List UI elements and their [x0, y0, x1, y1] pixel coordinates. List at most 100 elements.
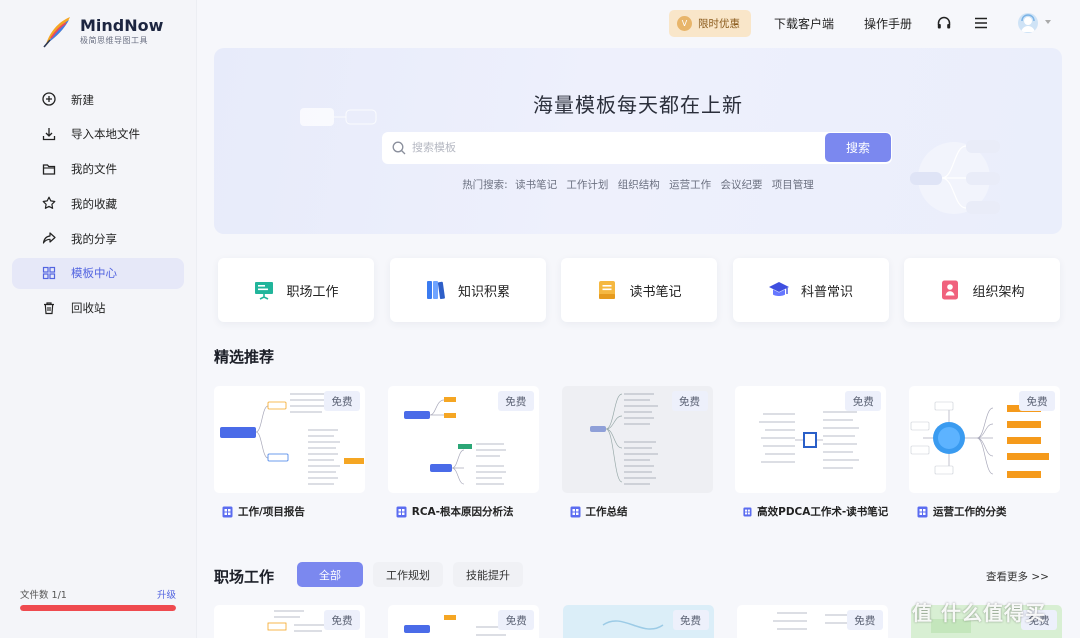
template-thumbnail: 免费: [735, 386, 887, 493]
template-search-box: [382, 132, 892, 164]
sidebar-item-templates[interactable]: 模板中心: [12, 257, 184, 289]
category-workplace[interactable]: 职场工作: [218, 258, 374, 322]
promo-label: 限时优惠: [698, 18, 740, 30]
tab-work-planning[interactable]: 工作规划: [373, 562, 443, 587]
grid-icon: [42, 266, 56, 280]
chevron-down-icon[interactable]: [1045, 20, 1051, 24]
category-reading-notes[interactable]: 读书笔记: [561, 258, 717, 322]
doc-icon: [396, 506, 407, 517]
notebook-icon: [599, 281, 616, 299]
brand-name: MindNow: [80, 15, 164, 35]
file-usage-bar: [20, 605, 176, 611]
graduation-cap-icon: [768, 282, 789, 296]
share-icon: [42, 232, 56, 244]
download-icon: [42, 127, 56, 140]
vip-icon: V: [677, 16, 692, 31]
template-card[interactable]: 免费 RCA-根本原因分析法: [387, 386, 541, 519]
sidebar: MindNow 极简思维导图工具 新建 导入本地文件 我的文件 我的收藏 我的分…: [0, 0, 197, 638]
hot-searches: 热门搜索: 读书笔记 工作计划 组织结构 运营工作 会议纪要 项目管理: [214, 177, 1062, 192]
user-avatar-icon: [1021, 14, 1035, 32]
template-search-banner: 海量模板每天都在上新 搜索 热门搜索: 读书笔记 工作计划 组织结构 运营工作 …: [214, 48, 1062, 234]
user-manual-link[interactable]: 操作手册: [864, 15, 912, 32]
headset-icon[interactable]: [936, 15, 952, 31]
free-badge: 免费: [845, 391, 882, 411]
upgrade-link[interactable]: 升级: [157, 587, 176, 601]
category-science[interactable]: 科普常识: [732, 258, 889, 322]
template-thumbnail: 免费: [387, 386, 539, 493]
books-icon: [426, 281, 445, 300]
presentation-icon: [255, 282, 274, 300]
folder-icon: [42, 163, 56, 175]
template-name: RCA-根本原因分析法: [411, 506, 514, 518]
featured-title: 精选推荐: [214, 348, 275, 366]
template-card[interactable]: 免费 工作总结: [561, 386, 715, 519]
sidebar-item-new[interactable]: 新建: [12, 84, 184, 115]
promo-button[interactable]: V 限时优惠: [669, 10, 751, 37]
hot-search-term[interactable]: 工作计划: [566, 179, 608, 191]
avatar[interactable]: [1018, 13, 1038, 33]
template-name: 运营工作的分类: [933, 506, 1007, 518]
template-card[interactable]: 免费: [388, 605, 540, 638]
doc-icon: [570, 506, 580, 517]
doc-icon: [743, 507, 752, 516]
hot-search-term[interactable]: 组织结构: [618, 179, 660, 191]
template-name: 工作/项目报告: [238, 506, 305, 518]
category-label: 组织架构: [972, 284, 1025, 300]
file-count: 文件数 1/1 升级: [20, 587, 176, 601]
template-card[interactable]: 免费 运营工作的分类: [909, 386, 1062, 519]
hot-search-term[interactable]: 会议纪要: [720, 179, 762, 191]
watermark: 值 什么值得买: [912, 601, 1046, 625]
template-card[interactable]: 免费: [562, 605, 714, 638]
menu-icon[interactable]: [973, 15, 989, 31]
free-badge: 免费: [846, 610, 883, 630]
brand-logo[interactable]: MindNow 极简思维导图工具: [42, 14, 163, 48]
template-card[interactable]: 免费 工作/项目报告: [214, 386, 367, 519]
featured-cards: 免费 工作/项目报告 免费 RCA-根本原因分析法 免费 工作总结 免费 高效P…: [214, 386, 1062, 519]
template-search-input[interactable]: [412, 138, 812, 158]
sidebar-item-label: 我的分享: [71, 231, 117, 246]
download-client-link[interactable]: 下载客户端: [774, 15, 834, 32]
template-thumbnail: 免费: [561, 386, 713, 493]
template-thumbnail: 免费: [214, 386, 365, 493]
hot-search-term[interactable]: 运营工作: [669, 179, 711, 191]
sidebar-item-trash[interactable]: 回收站: [12, 293, 184, 324]
free-badge: 免费: [672, 610, 709, 630]
sidebar-item-my-files[interactable]: 我的文件: [12, 154, 184, 185]
sidebar-nav: 新建 导入本地文件 我的文件 我的收藏 我的分享 模板中心 回收站: [12, 84, 184, 328]
file-count-label: 文件数 1/1: [20, 590, 67, 601]
star-icon: [42, 196, 56, 210]
trash-icon: [44, 302, 54, 314]
template-name: 工作总结: [585, 506, 628, 518]
category-knowledge[interactable]: 知识积累: [389, 258, 546, 322]
category-org-chart[interactable]: 组织架构: [904, 258, 1060, 322]
sidebar-item-label: 新建: [71, 92, 94, 107]
free-badge: 免费: [671, 391, 708, 411]
file-usage-fill: [20, 605, 176, 611]
feather-logo-icon: [43, 17, 70, 48]
sidebar-item-favorites[interactable]: 我的收藏: [12, 188, 184, 219]
free-badge: 免费: [497, 391, 534, 411]
tab-all[interactable]: 全部: [297, 562, 363, 587]
search-icon: [392, 141, 406, 155]
sidebar-item-import[interactable]: 导入本地文件: [12, 119, 184, 150]
sidebar-item-label: 我的文件: [71, 162, 117, 177]
top-header: V 限时优惠 下载客户端 操作手册: [197, 0, 1080, 48]
category-tiles: 职场工作 知识积累 读书笔记 科普常识 组织架构: [218, 258, 1060, 322]
free-badge: 免费: [324, 391, 360, 411]
category-label: 职场工作: [286, 284, 339, 300]
doc-icon: [917, 506, 928, 517]
template-card[interactable]: 免费 高效PDCA工作术-读书笔记: [735, 386, 888, 519]
template-search-button[interactable]: 搜索: [825, 133, 891, 162]
tab-skill-improvement[interactable]: 技能提升: [453, 562, 523, 587]
hot-search-term[interactable]: 项目管理: [772, 179, 814, 191]
sidebar-item-label: 回收站: [71, 301, 106, 316]
category-label: 读书笔记: [629, 284, 682, 300]
doc-icon: [222, 506, 233, 517]
template-name: 高效PDCA工作术-读书笔记: [757, 506, 889, 518]
hot-search-term[interactable]: 读书笔记: [515, 179, 557, 191]
sidebar-item-shares[interactable]: 我的分享: [12, 223, 184, 254]
template-card[interactable]: 免费: [214, 605, 365, 638]
hot-search-label: 热门搜索:: [462, 179, 508, 191]
view-more-link[interactable]: 查看更多 >>: [986, 569, 1049, 584]
template-card[interactable]: 免费: [736, 605, 888, 638]
